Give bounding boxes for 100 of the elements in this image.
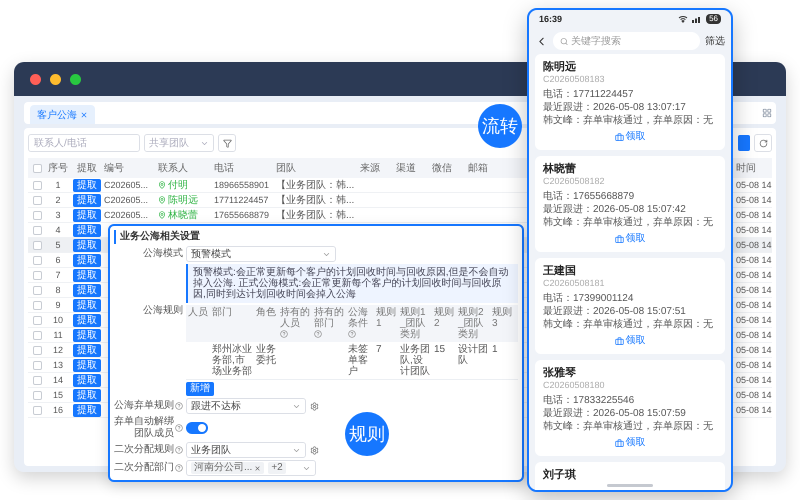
table-cell: 05-08 14 [736, 238, 772, 252]
dropdown[interactable]: 共享团队 [144, 134, 214, 152]
table-cell: 05-08 14 [736, 358, 772, 372]
tab[interactable]: 客户公海 [30, 105, 95, 124]
battery-level: 56 [706, 14, 721, 24]
info-note: 预警模式:会正常更新每个客户的计划回收时间与回收原因,但是不会自动掉入公海. 正式公海模式:会正常更新每个客户的计划回收时间与回收原因,同时到达计划回收时间会掉入公海 [186, 264, 518, 303]
window-maximize-button[interactable] [70, 74, 81, 84]
claim-button[interactable]: 领取 [614, 130, 646, 144]
map-pin-icon [158, 211, 166, 219]
customer-code: C20260508180 [543, 380, 606, 391]
customer-name: 刘子琪 [543, 468, 577, 482]
dropdown[interactable]: 预警模式 [186, 246, 336, 262]
detail-line: 电话：17399001124 [543, 292, 634, 305]
column-header: 提取 [77, 162, 97, 175]
table-cell: 【业务团队：韩... [276, 208, 354, 222]
checkbox[interactable] [32, 180, 42, 190]
dropdown[interactable]: 跟进不达标 [186, 398, 306, 414]
checkbox[interactable] [32, 286, 42, 294]
column-header: 团队 [276, 162, 296, 175]
claim-button[interactable]: 领取 [614, 334, 646, 348]
checkbox[interactable] [32, 360, 42, 370]
close-icon[interactable] [80, 110, 88, 118]
checkbox[interactable] [32, 196, 42, 204]
grid-icon[interactable] [762, 108, 772, 118]
claim-button[interactable]: 提取 [73, 178, 101, 192]
gear-icon[interactable] [310, 446, 319, 454]
claim-button[interactable]: 提取 [73, 298, 101, 312]
checkbox[interactable] [32, 330, 42, 340]
claim-button[interactable]: 提取 [73, 344, 101, 356]
claim-button[interactable]: 提取 [73, 194, 101, 206]
checkbox[interactable] [32, 256, 42, 264]
table-cell: 12 [52, 344, 63, 356]
customer-name: 林晓蕾 [543, 162, 577, 176]
claim-button[interactable]: 提取 [73, 328, 101, 342]
table-cell: 【业务团队：韩... [276, 178, 354, 192]
checkbox[interactable] [32, 390, 42, 400]
column-header: 时间 [736, 162, 756, 175]
refresh-button[interactable] [754, 134, 772, 152]
claim-button[interactable]: 提取 [73, 208, 101, 222]
claim-button[interactable]: 领取 [614, 436, 646, 450]
claim-button[interactable]: 提取 [73, 358, 101, 372]
table-cell: C202605... [104, 194, 148, 206]
wifi-icon [678, 15, 688, 23]
checkbox[interactable] [32, 270, 42, 280]
table-cell: 8 [55, 284, 60, 296]
window-minimize-button[interactable] [50, 74, 61, 84]
claim-button[interactable]: 领取 [614, 232, 646, 246]
claim-button[interactable]: 提取 [73, 268, 101, 282]
claim-button[interactable]: 提取 [73, 374, 101, 386]
customer-name: 王建国 [543, 264, 577, 278]
checkbox[interactable] [32, 346, 42, 354]
claim-button[interactable]: 提取 [73, 224, 101, 236]
column-header: 序号 [48, 162, 68, 175]
search-field[interactable]: 联系人/电话 [28, 134, 140, 152]
action-button[interactable] [738, 135, 750, 151]
close-icon[interactable] [254, 464, 262, 472]
customer-code: C20260508183 [543, 74, 606, 85]
dropdown[interactable]: 业务团队 [186, 442, 306, 458]
claim-button[interactable]: 提取 [73, 254, 101, 266]
filter-icon [222, 138, 232, 148]
multi-select-field[interactable]: 河南分公司... +2 [186, 460, 316, 476]
checkbox[interactable] [32, 164, 42, 172]
claim-button[interactable]: 提取 [73, 388, 101, 402]
checkbox[interactable] [32, 210, 42, 220]
claim-button[interactable]: 提取 [73, 404, 101, 416]
add-button[interactable]: 新增 [186, 382, 214, 396]
contact-name: 陈明远 [168, 194, 198, 206]
filter-link[interactable]: 筛选 [705, 34, 725, 48]
checkbox[interactable] [32, 240, 42, 250]
detail-line: 电话：17833225546 [543, 394, 636, 407]
table-cell: 10 [52, 314, 63, 326]
column-header: 电话 [214, 162, 234, 175]
home-indicator [607, 484, 653, 487]
table-cell: 7 [55, 268, 60, 282]
toggle-switch[interactable] [186, 422, 208, 434]
claim-button[interactable]: 提取 [73, 314, 101, 326]
table-cell: 05-08 14 [736, 404, 772, 416]
checkbox[interactable] [32, 376, 42, 384]
field-label: 公海模式 [143, 248, 183, 260]
status-time: 16:39 [539, 14, 562, 24]
gear-icon[interactable] [310, 402, 319, 410]
column-header: 邮箱 [468, 162, 488, 175]
checkbox[interactable] [32, 300, 42, 310]
table-cell: 7 [376, 344, 382, 355]
column-header: 来源 [360, 162, 380, 175]
claim-button[interactable]: 提取 [73, 238, 101, 252]
window-close-button[interactable] [30, 74, 41, 84]
table-cell: 05-08 14 [736, 268, 772, 282]
claim-button[interactable]: 提取 [73, 284, 101, 296]
filter-button[interactable] [218, 134, 236, 152]
checkbox[interactable] [32, 316, 42, 324]
checkbox[interactable] [32, 406, 42, 414]
tag-chip[interactable]: 河南分公司... [191, 462, 264, 474]
table-cell: 【业务团队：韩... [276, 194, 354, 206]
field-label: 二次分配规则 [114, 444, 174, 456]
table-cell: 05-08 14 [736, 328, 772, 342]
contact-name: 林晓蕾 [168, 208, 198, 222]
checkbox[interactable] [32, 226, 42, 234]
column-header: 规则2_团队类别 [458, 307, 485, 340]
signal-icon [692, 15, 702, 23]
